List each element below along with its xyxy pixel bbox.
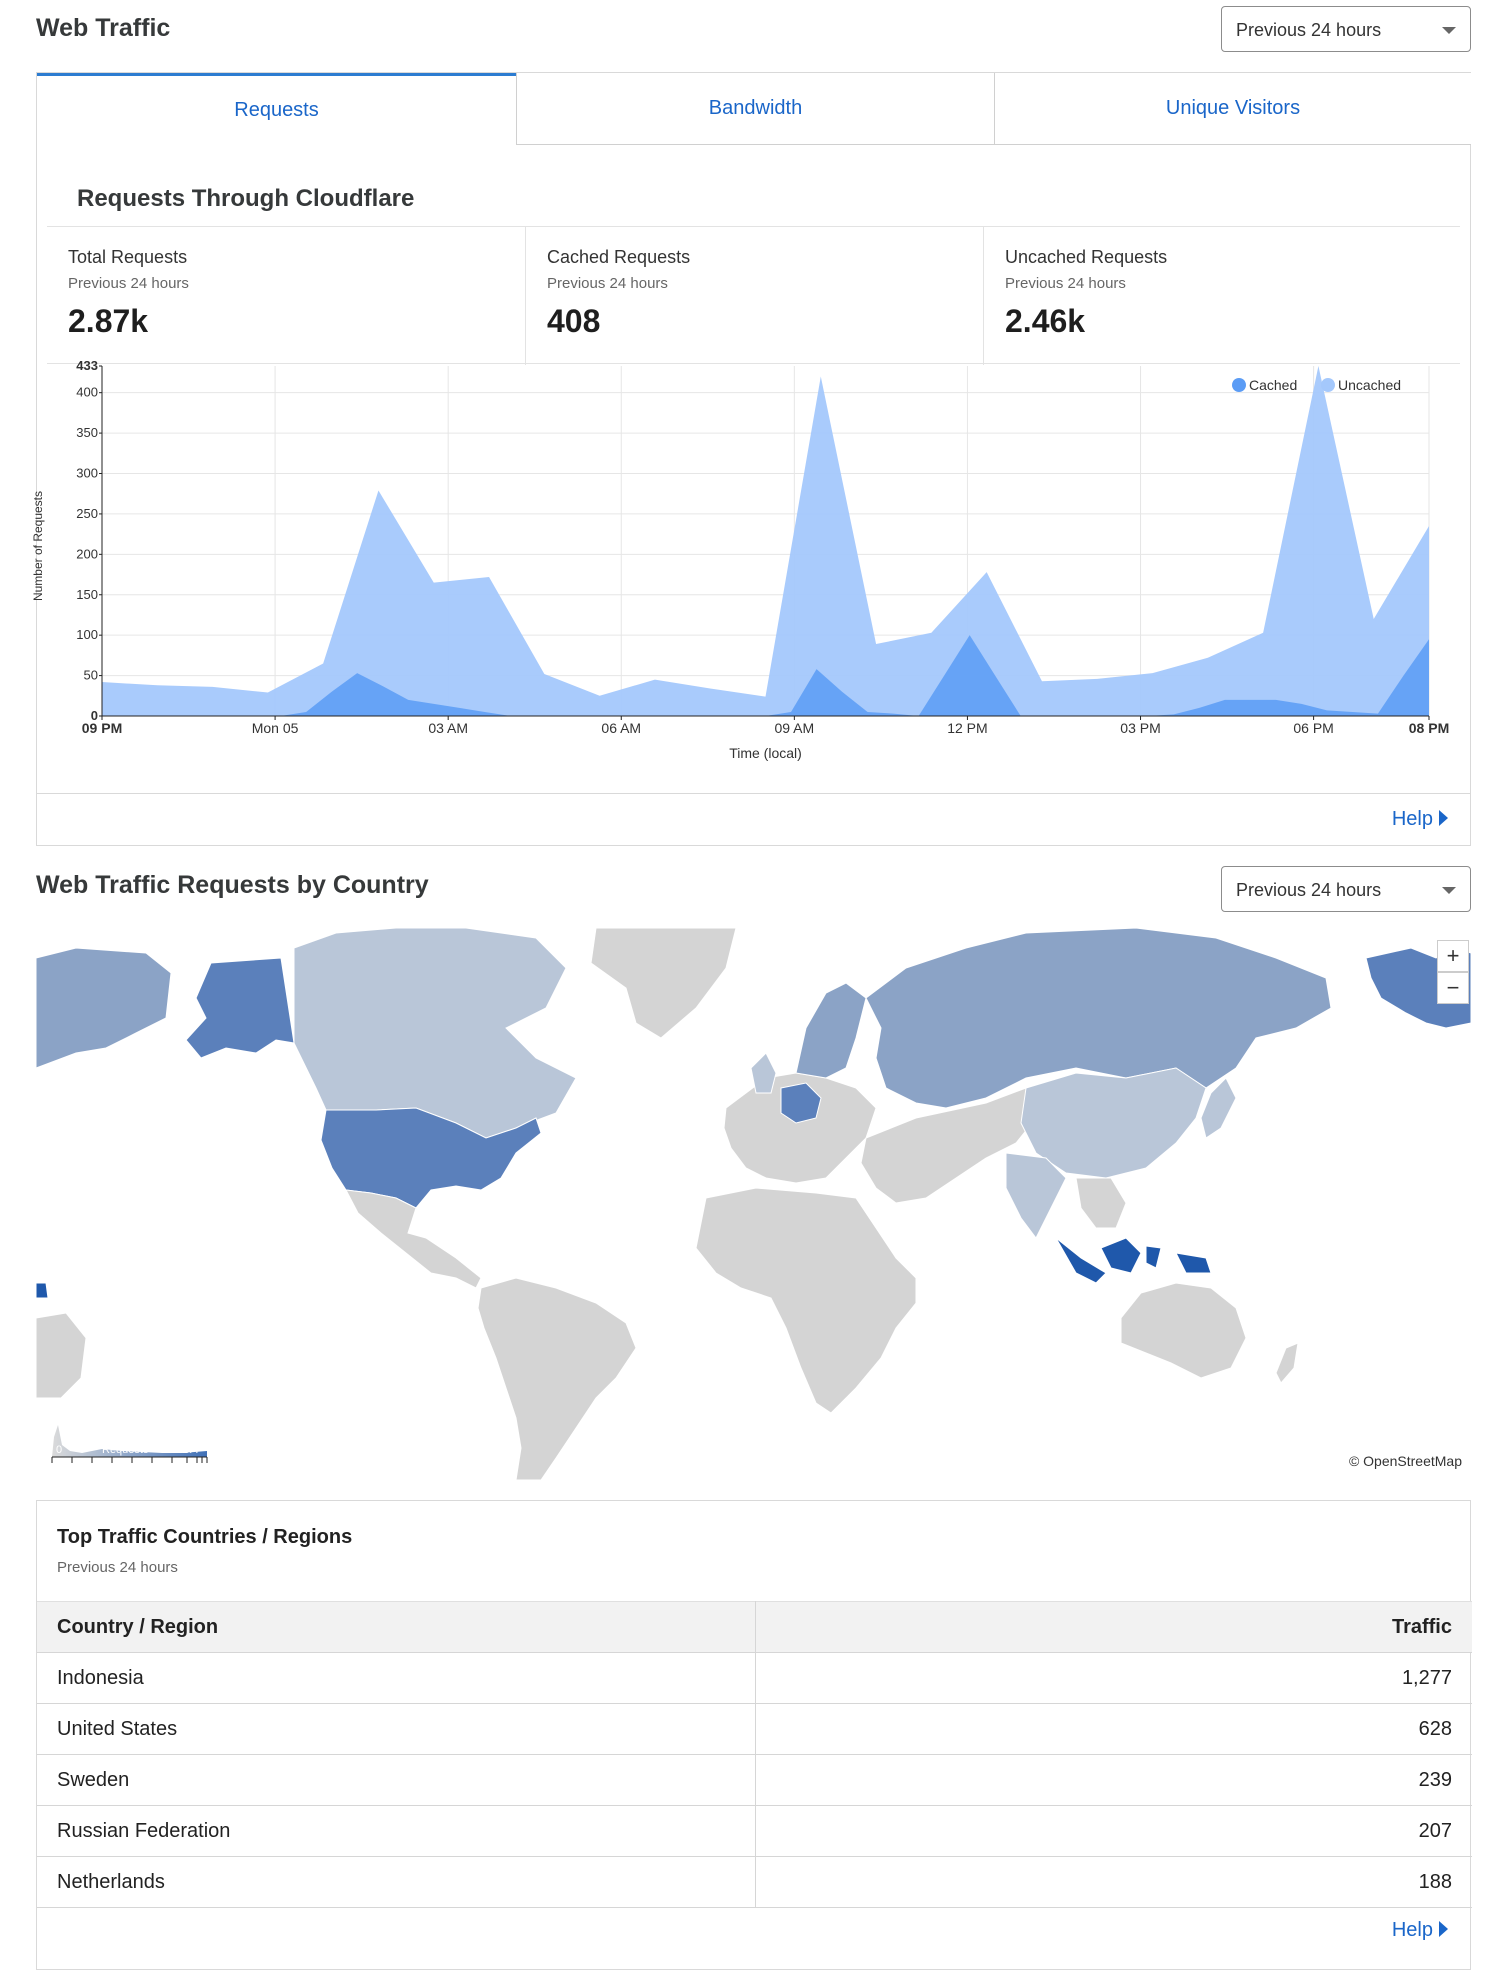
zoom-in-button[interactable]: + bbox=[1437, 940, 1469, 972]
column-header-traffic[interactable]: Traffic bbox=[755, 1601, 1472, 1653]
legend-min: 0 bbox=[56, 1444, 62, 1456]
map-time-range-select[interactable]: Previous 24 hours bbox=[1221, 866, 1471, 912]
map-region-africa[interactable] bbox=[695, 1187, 917, 1414]
legend-label: Requests bbox=[102, 1444, 149, 1456]
map-section-title: Web Traffic Requests by Country bbox=[36, 871, 429, 899]
x-tick-label: 06 AM bbox=[601, 720, 641, 736]
x-tick-label: 09 PM bbox=[82, 720, 122, 736]
y-tick-label: 433 bbox=[76, 358, 98, 373]
zoom-out-button[interactable]: − bbox=[1437, 972, 1469, 1004]
map-region-alaska-west[interactable] bbox=[36, 947, 172, 1069]
chevron-down-icon bbox=[1442, 887, 1456, 894]
country-cell: Netherlands bbox=[37, 1856, 756, 1908]
table-row: Sweden 239 bbox=[37, 1754, 1472, 1806]
panel-footer-divider bbox=[37, 793, 1470, 794]
y-tick-label: 150 bbox=[76, 587, 98, 602]
traffic-cell: 1,277 bbox=[755, 1652, 1472, 1704]
top-countries-table: Country / Region Traffic Indonesia 1,277 … bbox=[37, 1601, 1472, 1908]
x-tick-label: 03 AM bbox=[428, 720, 468, 736]
map-region-sweden[interactable] bbox=[795, 982, 867, 1079]
map-region-indonesia-sulawesi[interactable] bbox=[1145, 1245, 1162, 1269]
y-tick-label: 250 bbox=[76, 506, 98, 521]
series-uncached-area bbox=[102, 366, 1429, 716]
country-cell: Sweden bbox=[37, 1754, 756, 1806]
x-axis-title: Time (local) bbox=[729, 745, 802, 761]
caret-right-icon bbox=[1439, 810, 1448, 826]
map-region-australia-wrap[interactable] bbox=[36, 1312, 87, 1399]
help-label: Help bbox=[1391, 1919, 1433, 1941]
map-region-australia[interactable] bbox=[1120, 1282, 1247, 1379]
column-header-country[interactable]: Country / Region bbox=[37, 1601, 756, 1653]
map-region-uk[interactable] bbox=[750, 1052, 777, 1094]
world-map-svg bbox=[36, 928, 1471, 1480]
legend-uncached-label: Uncached bbox=[1338, 377, 1401, 393]
y-axis-title: Number of Requests bbox=[31, 491, 45, 601]
top-countries-title: Top Traffic Countries / Regions bbox=[57, 1526, 353, 1548]
map-region-indonesia-wrap[interactable] bbox=[36, 1282, 49, 1299]
y-tick-label: 50 bbox=[84, 668, 98, 683]
help-label: Help bbox=[1391, 808, 1433, 830]
country-cell: United States bbox=[37, 1703, 756, 1755]
map-time-range-value: Previous 24 hours bbox=[1236, 880, 1382, 900]
country-map[interactable]: 0 Requests 1277 + − © OpenStreetMap bbox=[36, 928, 1471, 1480]
country-cell: Indonesia bbox=[37, 1652, 756, 1704]
map-region-greenland[interactable] bbox=[590, 928, 737, 1039]
legend-cached-swatch bbox=[1232, 378, 1246, 392]
map-region-south-america[interactable] bbox=[477, 1277, 637, 1480]
map-legend: 0 Requests 1277 bbox=[51, 1425, 208, 1463]
x-tick-label: 12 PM bbox=[947, 720, 987, 736]
requests-chart: 05010015020025030035040043309 PM Mon 05 03… bbox=[31, 358, 1449, 761]
caret-right-icon bbox=[1439, 1921, 1448, 1937]
map-region-indonesia-borneo[interactable] bbox=[1100, 1237, 1142, 1274]
table-row: Indonesia 1,277 bbox=[37, 1652, 1472, 1704]
country-cell: Russian Federation bbox=[37, 1805, 756, 1857]
y-tick-label: 300 bbox=[76, 466, 98, 481]
table-row: United States 628 bbox=[37, 1703, 1472, 1755]
y-tick-label: 350 bbox=[76, 425, 98, 440]
x-tick-label: Mon 05 bbox=[252, 720, 299, 736]
x-tick-label: 06 PM bbox=[1293, 720, 1333, 736]
map-region-new-zealand[interactable] bbox=[1275, 1342, 1299, 1384]
map-region-indonesia-sumatra[interactable] bbox=[1055, 1237, 1107, 1284]
y-tick-label: 400 bbox=[76, 385, 98, 400]
table-row: Netherlands 188 bbox=[37, 1856, 1472, 1908]
top-countries-sub: Previous 24 hours bbox=[57, 1559, 178, 1576]
help-link[interactable]: Help bbox=[1392, 1919, 1448, 1942]
map-region-southeast-asia[interactable] bbox=[1075, 1177, 1127, 1229]
legend-uncached-swatch bbox=[1321, 378, 1335, 392]
top-countries-panel: Top Traffic Countries / Regions Previous… bbox=[36, 1500, 1472, 1970]
map-region-indonesia-papua[interactable] bbox=[1175, 1252, 1212, 1274]
map-attribution[interactable]: © OpenStreetMap bbox=[1345, 1452, 1465, 1470]
legend-max: 1277 bbox=[176, 1444, 200, 1456]
help-link[interactable]: Help bbox=[1392, 808, 1448, 831]
table-row: Russian Federation 207 bbox=[37, 1805, 1472, 1857]
x-tick-label: 09 AM bbox=[774, 720, 814, 736]
x-tick-label: 08 PM bbox=[1409, 720, 1449, 736]
y-tick-label: 200 bbox=[76, 546, 98, 561]
traffic-cell: 628 bbox=[755, 1703, 1472, 1755]
web-traffic-panel: Requests Bandwidth Unique Visitors Reque… bbox=[31, 72, 1471, 846]
map-region-canada[interactable] bbox=[293, 928, 577, 1139]
traffic-cell: 207 bbox=[755, 1805, 1472, 1857]
map-region-alaska[interactable] bbox=[185, 957, 295, 1059]
y-tick-label: 100 bbox=[76, 627, 98, 642]
table-header-row: Country / Region Traffic bbox=[37, 1601, 1472, 1653]
x-tick-label: 03 PM bbox=[1120, 720, 1160, 736]
traffic-cell: 188 bbox=[755, 1856, 1472, 1908]
legend-cached-label: Cached bbox=[1249, 377, 1297, 393]
traffic-cell: 239 bbox=[755, 1754, 1472, 1806]
